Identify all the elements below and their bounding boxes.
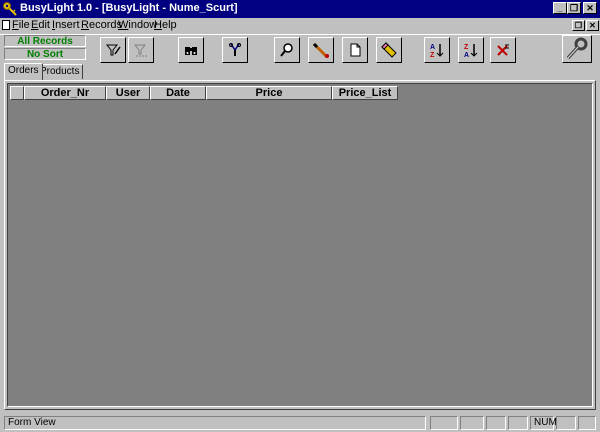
svg-text:Z: Z xyxy=(430,52,435,58)
data-grid[interactable]: Order_Nr User Date Price Price_List xyxy=(7,83,593,407)
restore-icon: ❐ xyxy=(574,21,583,30)
column-header-order-nr[interactable]: Order_Nr xyxy=(24,86,106,100)
menu-window[interactable]: Window xyxy=(118,19,157,31)
sort-descending-icon: ZA xyxy=(464,44,478,58)
search-button[interactable] xyxy=(274,37,300,63)
find-button[interactable] xyxy=(178,37,204,63)
menu-help[interactable]: Help xyxy=(154,19,177,31)
menu-bar: File Edit Insert Records Window Help ❐ ✕ xyxy=(0,18,600,34)
menu-insert[interactable]: Insert xyxy=(52,19,80,31)
binoculars-icon xyxy=(185,47,197,55)
mdi-restore-button[interactable]: ❐ xyxy=(572,20,585,31)
tab-products[interactable]: Products xyxy=(36,64,84,79)
eraser-icon xyxy=(381,42,397,58)
window-title: BusyLight 1.0 - [BusyLight - Nume_Scurt] xyxy=(20,2,238,14)
no-sort-indicator[interactable]: No Sort xyxy=(4,48,86,60)
form-panel: Order_Nr User Date Price Price_List xyxy=(4,80,596,410)
sort-ascending-button[interactable]: AZ xyxy=(424,37,450,63)
filter-apply-button[interactable] xyxy=(128,37,154,63)
filter-apply-icon xyxy=(133,44,147,57)
title-bar[interactable]: BusyLight 1.0 - [BusyLight - Nume_Scurt]… xyxy=(0,0,600,18)
column-header-price-list[interactable]: Price_List xyxy=(332,86,398,100)
status-panel-4 xyxy=(508,416,528,430)
status-panel-3 xyxy=(486,416,506,430)
close-button[interactable]: ✕ xyxy=(583,2,597,14)
all-records-indicator[interactable]: All Records xyxy=(4,35,86,47)
close-icon: ✕ xyxy=(586,3,594,13)
remove-sort-icon xyxy=(497,44,509,56)
edit-button[interactable] xyxy=(308,37,334,63)
tools-icon xyxy=(229,43,241,56)
column-header-user[interactable]: User xyxy=(106,86,150,100)
tab-orders[interactable]: Orders xyxy=(4,63,43,80)
pencil-edit-icon xyxy=(312,42,329,58)
minimize-button[interactable]: _ xyxy=(553,2,567,14)
new-document-icon xyxy=(350,43,361,57)
sort-ascending-icon: AZ xyxy=(430,44,444,58)
status-panel-2 xyxy=(460,416,484,430)
svg-text:Z: Z xyxy=(464,44,469,51)
svg-text:A: A xyxy=(464,52,469,58)
column-header-date[interactable]: Date xyxy=(150,86,206,100)
status-panel-1 xyxy=(430,416,458,430)
mdi-close-button[interactable]: ✕ xyxy=(586,20,599,31)
filter-edit-icon xyxy=(105,44,121,56)
settings-button[interactable] xyxy=(562,35,592,63)
column-header-price[interactable]: Price xyxy=(206,86,332,100)
svg-text:A: A xyxy=(430,44,435,51)
tools-button[interactable] xyxy=(222,37,248,63)
status-mode: Form View xyxy=(4,416,426,430)
new-record-button[interactable] xyxy=(342,37,368,63)
delete-button[interactable] xyxy=(376,37,402,63)
close-icon: ✕ xyxy=(589,21,596,30)
sort-descending-button[interactable]: ZA xyxy=(458,37,484,63)
menu-edit[interactable]: Edit xyxy=(31,19,50,31)
status-bar: Form View NUM xyxy=(0,414,600,432)
status-panel-5 xyxy=(556,416,576,430)
row-selector-header[interactable] xyxy=(10,86,24,100)
minimize-icon: _ xyxy=(557,3,563,13)
magnifier-icon xyxy=(280,43,293,57)
toolbar: All Records No Sort AZ ZA xyxy=(0,34,600,64)
filter-edit-button[interactable] xyxy=(100,37,126,63)
document-icon[interactable] xyxy=(2,20,10,30)
menu-records[interactable]: Records xyxy=(81,19,122,31)
status-num: NUM xyxy=(530,416,557,430)
status-panel-6 xyxy=(578,416,596,430)
remove-sort-button[interactable] xyxy=(490,37,516,63)
restore-icon: ❐ xyxy=(569,3,579,13)
maximize-button[interactable]: ❐ xyxy=(567,2,581,14)
wrench-icon xyxy=(566,37,588,60)
key-icon xyxy=(2,1,18,17)
menu-file[interactable]: File xyxy=(12,19,30,31)
